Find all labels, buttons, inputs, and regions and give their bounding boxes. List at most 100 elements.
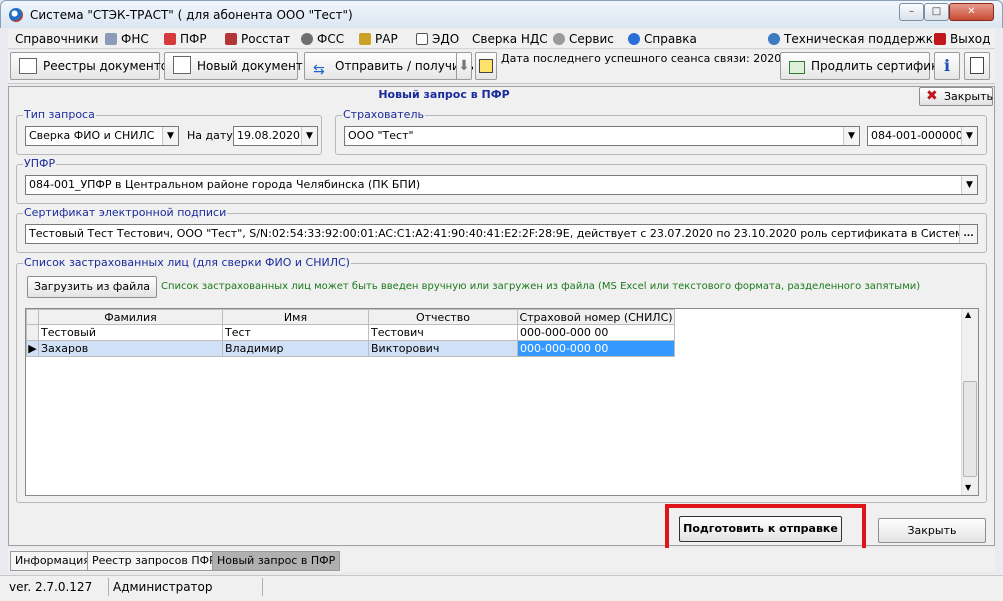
tab-new-pfr-request[interactable]: Новый запрос в ПФР bbox=[212, 551, 341, 571]
cell-snils[interactable]: 000-000-000 00 bbox=[517, 340, 675, 357]
load-from-file-button[interactable]: Загрузить из файла bbox=[27, 276, 157, 298]
rosstat-icon bbox=[225, 33, 237, 45]
page-title: Новый запрос в ПФР bbox=[378, 88, 510, 101]
menu-vat-reconciliation[interactable]: Сверка НДС bbox=[472, 32, 548, 46]
date-value: 19.08.2020 bbox=[237, 129, 300, 142]
cell-patronymic[interactable]: Викторович bbox=[368, 340, 518, 357]
fss-icon bbox=[301, 33, 313, 45]
send-dropdown-button[interactable]: ⬇ bbox=[456, 52, 472, 80]
status-bar: ver. 2.7.0.127 Администратор bbox=[0, 575, 1003, 601]
pfr-icon bbox=[164, 33, 176, 45]
cell-surname[interactable]: Тестовый bbox=[38, 324, 223, 341]
extend-certificate-button[interactable]: Продлить сертификат bbox=[780, 52, 953, 80]
insured-persons-grid[interactable]: Фамилия Имя Отчество Страховой номер (СН… bbox=[25, 308, 979, 496]
menu-label: Справка bbox=[644, 32, 697, 46]
registers-button[interactable]: Реестры документов bbox=[10, 52, 175, 80]
scroll-down-icon[interactable]: ▼ bbox=[965, 483, 971, 492]
new-document-icon bbox=[173, 56, 191, 74]
exit-icon bbox=[934, 33, 946, 45]
request-type-select[interactable]: Сверка ФИО и СНИЛС ▼ bbox=[25, 126, 179, 146]
insurer-reg-number-select[interactable]: 084-001-000000 ▼ bbox=[867, 126, 978, 146]
menu-exit[interactable]: Выход bbox=[934, 32, 990, 46]
upfr-group: УПФР 084-001_УПФР в Центральном районе г… bbox=[16, 157, 987, 204]
menu-pfr[interactable]: ПФР bbox=[164, 32, 207, 46]
new-pfr-request-form: Новый запрос в ПФР ✖ Закрыть Тип запроса … bbox=[8, 86, 995, 560]
toolbar: Реестры документов Новый документ ⇆ Отпра… bbox=[8, 50, 995, 84]
gear-icon bbox=[553, 33, 565, 45]
table-row[interactable]: ▶ Захаров Владимир Викторович 000-000-00… bbox=[26, 340, 675, 357]
minimize-button[interactable]: – bbox=[899, 3, 924, 21]
row-indicator-header bbox=[26, 309, 39, 325]
certificate-field[interactable]: Тестовый Тест Тестович, ООО "Тест", S/N:… bbox=[25, 224, 978, 244]
globe-icon bbox=[768, 33, 780, 45]
chevron-down-icon: ▼ bbox=[843, 127, 859, 145]
menu-help[interactable]: Справка bbox=[628, 32, 697, 46]
send-receive-button[interactable]: ⇆ Отправить / получить bbox=[304, 52, 474, 80]
upfr-select[interactable]: 084-001_УПФР в Центральном районе города… bbox=[25, 175, 978, 195]
menu-fns[interactable]: ФНС bbox=[105, 32, 149, 46]
print-button[interactable] bbox=[475, 52, 497, 80]
chevron-down-icon: ▼ bbox=[961, 127, 977, 145]
close-icon: ✖ bbox=[926, 88, 938, 104]
cell-name[interactable]: Тест bbox=[222, 324, 369, 341]
status-divider bbox=[108, 578, 109, 596]
info-icon: i bbox=[943, 56, 951, 75]
insurer-reg-number: 084-001-000000 bbox=[871, 129, 963, 142]
close-window-button[interactable]: ✕ bbox=[949, 3, 994, 21]
persons-hint-text: Список застрахованных лиц может быть вве… bbox=[161, 281, 921, 292]
prepare-for-sending-button[interactable]: Подготовить к отправке bbox=[679, 516, 842, 542]
cell-patronymic[interactable]: Тестович bbox=[368, 324, 518, 341]
title-bar: Система "СТЭК-ТРАСТ" ( для абонента ООО … bbox=[0, 0, 1003, 28]
maximize-button[interactable]: □ bbox=[924, 3, 949, 21]
cell-snils[interactable]: 000-000-000 00 bbox=[517, 324, 675, 341]
menu-label: ЭДО bbox=[432, 32, 460, 46]
send-receive-label: Отправить / получить bbox=[335, 59, 474, 73]
arrow-down-icon: ⬇ bbox=[458, 58, 470, 74]
status-divider bbox=[262, 578, 263, 596]
column-header-patronymic[interactable]: Отчество bbox=[368, 309, 518, 325]
cell-surname[interactable]: Захаров bbox=[38, 340, 223, 357]
document-pdf-icon bbox=[970, 57, 984, 74]
menu-tech-support[interactable]: Техническая поддержка bbox=[768, 32, 940, 46]
upfr-value: 084-001_УПФР в Центральном районе города… bbox=[29, 178, 421, 191]
column-header-surname[interactable]: Фамилия bbox=[38, 309, 223, 325]
menu-service[interactable]: Сервис bbox=[553, 32, 614, 46]
close-form-top-label: Закрыть bbox=[944, 90, 993, 103]
menu-fss[interactable]: ФСС bbox=[301, 32, 344, 46]
menu-rosstat[interactable]: Росстат bbox=[225, 32, 290, 46]
request-type-group: Тип запроса Сверка ФИО и СНИЛС ▼ На дату… bbox=[16, 108, 322, 155]
current-row-indicator-icon: ▶ bbox=[26, 340, 39, 357]
window-title: Система "СТЭК-ТРАСТ" ( для абонента ООО … bbox=[30, 8, 353, 22]
date-picker[interactable]: 19.08.2020 ▼ bbox=[233, 126, 318, 146]
info-button[interactable]: i bbox=[934, 52, 960, 80]
browse-certificate-button[interactable]: ... bbox=[959, 225, 977, 243]
pdf-button[interactable] bbox=[964, 52, 990, 80]
insurer-name: ООО "Тест" bbox=[348, 129, 414, 142]
close-form-top-button[interactable]: ✖ Закрыть bbox=[919, 87, 993, 106]
table-row[interactable]: Тестовый Тест Тестович 000-000-000 00 bbox=[26, 324, 675, 341]
date-label: На дату bbox=[187, 129, 233, 142]
menu-references[interactable]: Справочники bbox=[15, 32, 98, 46]
new-document-button[interactable]: Новый документ bbox=[164, 52, 303, 80]
menu-label: ФНС bbox=[121, 32, 149, 46]
menu-edo[interactable]: ЭДО bbox=[416, 32, 459, 46]
help-icon bbox=[628, 33, 640, 45]
certificate-title: Сертификат электронной подписи bbox=[23, 206, 228, 219]
menu-label: Сервис bbox=[569, 32, 614, 46]
column-header-snils[interactable]: Страховой номер (СНИЛС) bbox=[517, 309, 675, 325]
certificate-group: Сертификат электронной подписи Тестовый … bbox=[16, 206, 987, 253]
cell-name[interactable]: Владимир bbox=[222, 340, 369, 357]
current-user-text: Администратор bbox=[113, 580, 213, 594]
scrollbar-thumb[interactable] bbox=[963, 381, 977, 477]
insurer-select[interactable]: ООО "Тест" ▼ bbox=[344, 126, 860, 146]
insurer-group: Страхователь ООО "Тест" ▼ 084-001-000000… bbox=[335, 108, 987, 155]
scroll-up-icon[interactable]: ▲ bbox=[965, 310, 971, 319]
grid-scrollbar[interactable]: ▲ ▼ bbox=[961, 309, 978, 495]
tab-information[interactable]: Информация bbox=[10, 551, 95, 571]
close-form-bottom-button[interactable]: Закрыть bbox=[878, 518, 986, 543]
menu-label: Росстат bbox=[241, 32, 291, 46]
menu-rar[interactable]: РАР bbox=[359, 32, 398, 46]
column-header-name[interactable]: Имя bbox=[222, 309, 369, 325]
rar-icon bbox=[359, 33, 371, 45]
tab-pfr-request-registry[interactable]: Реестр запросов ПФР bbox=[87, 551, 221, 571]
